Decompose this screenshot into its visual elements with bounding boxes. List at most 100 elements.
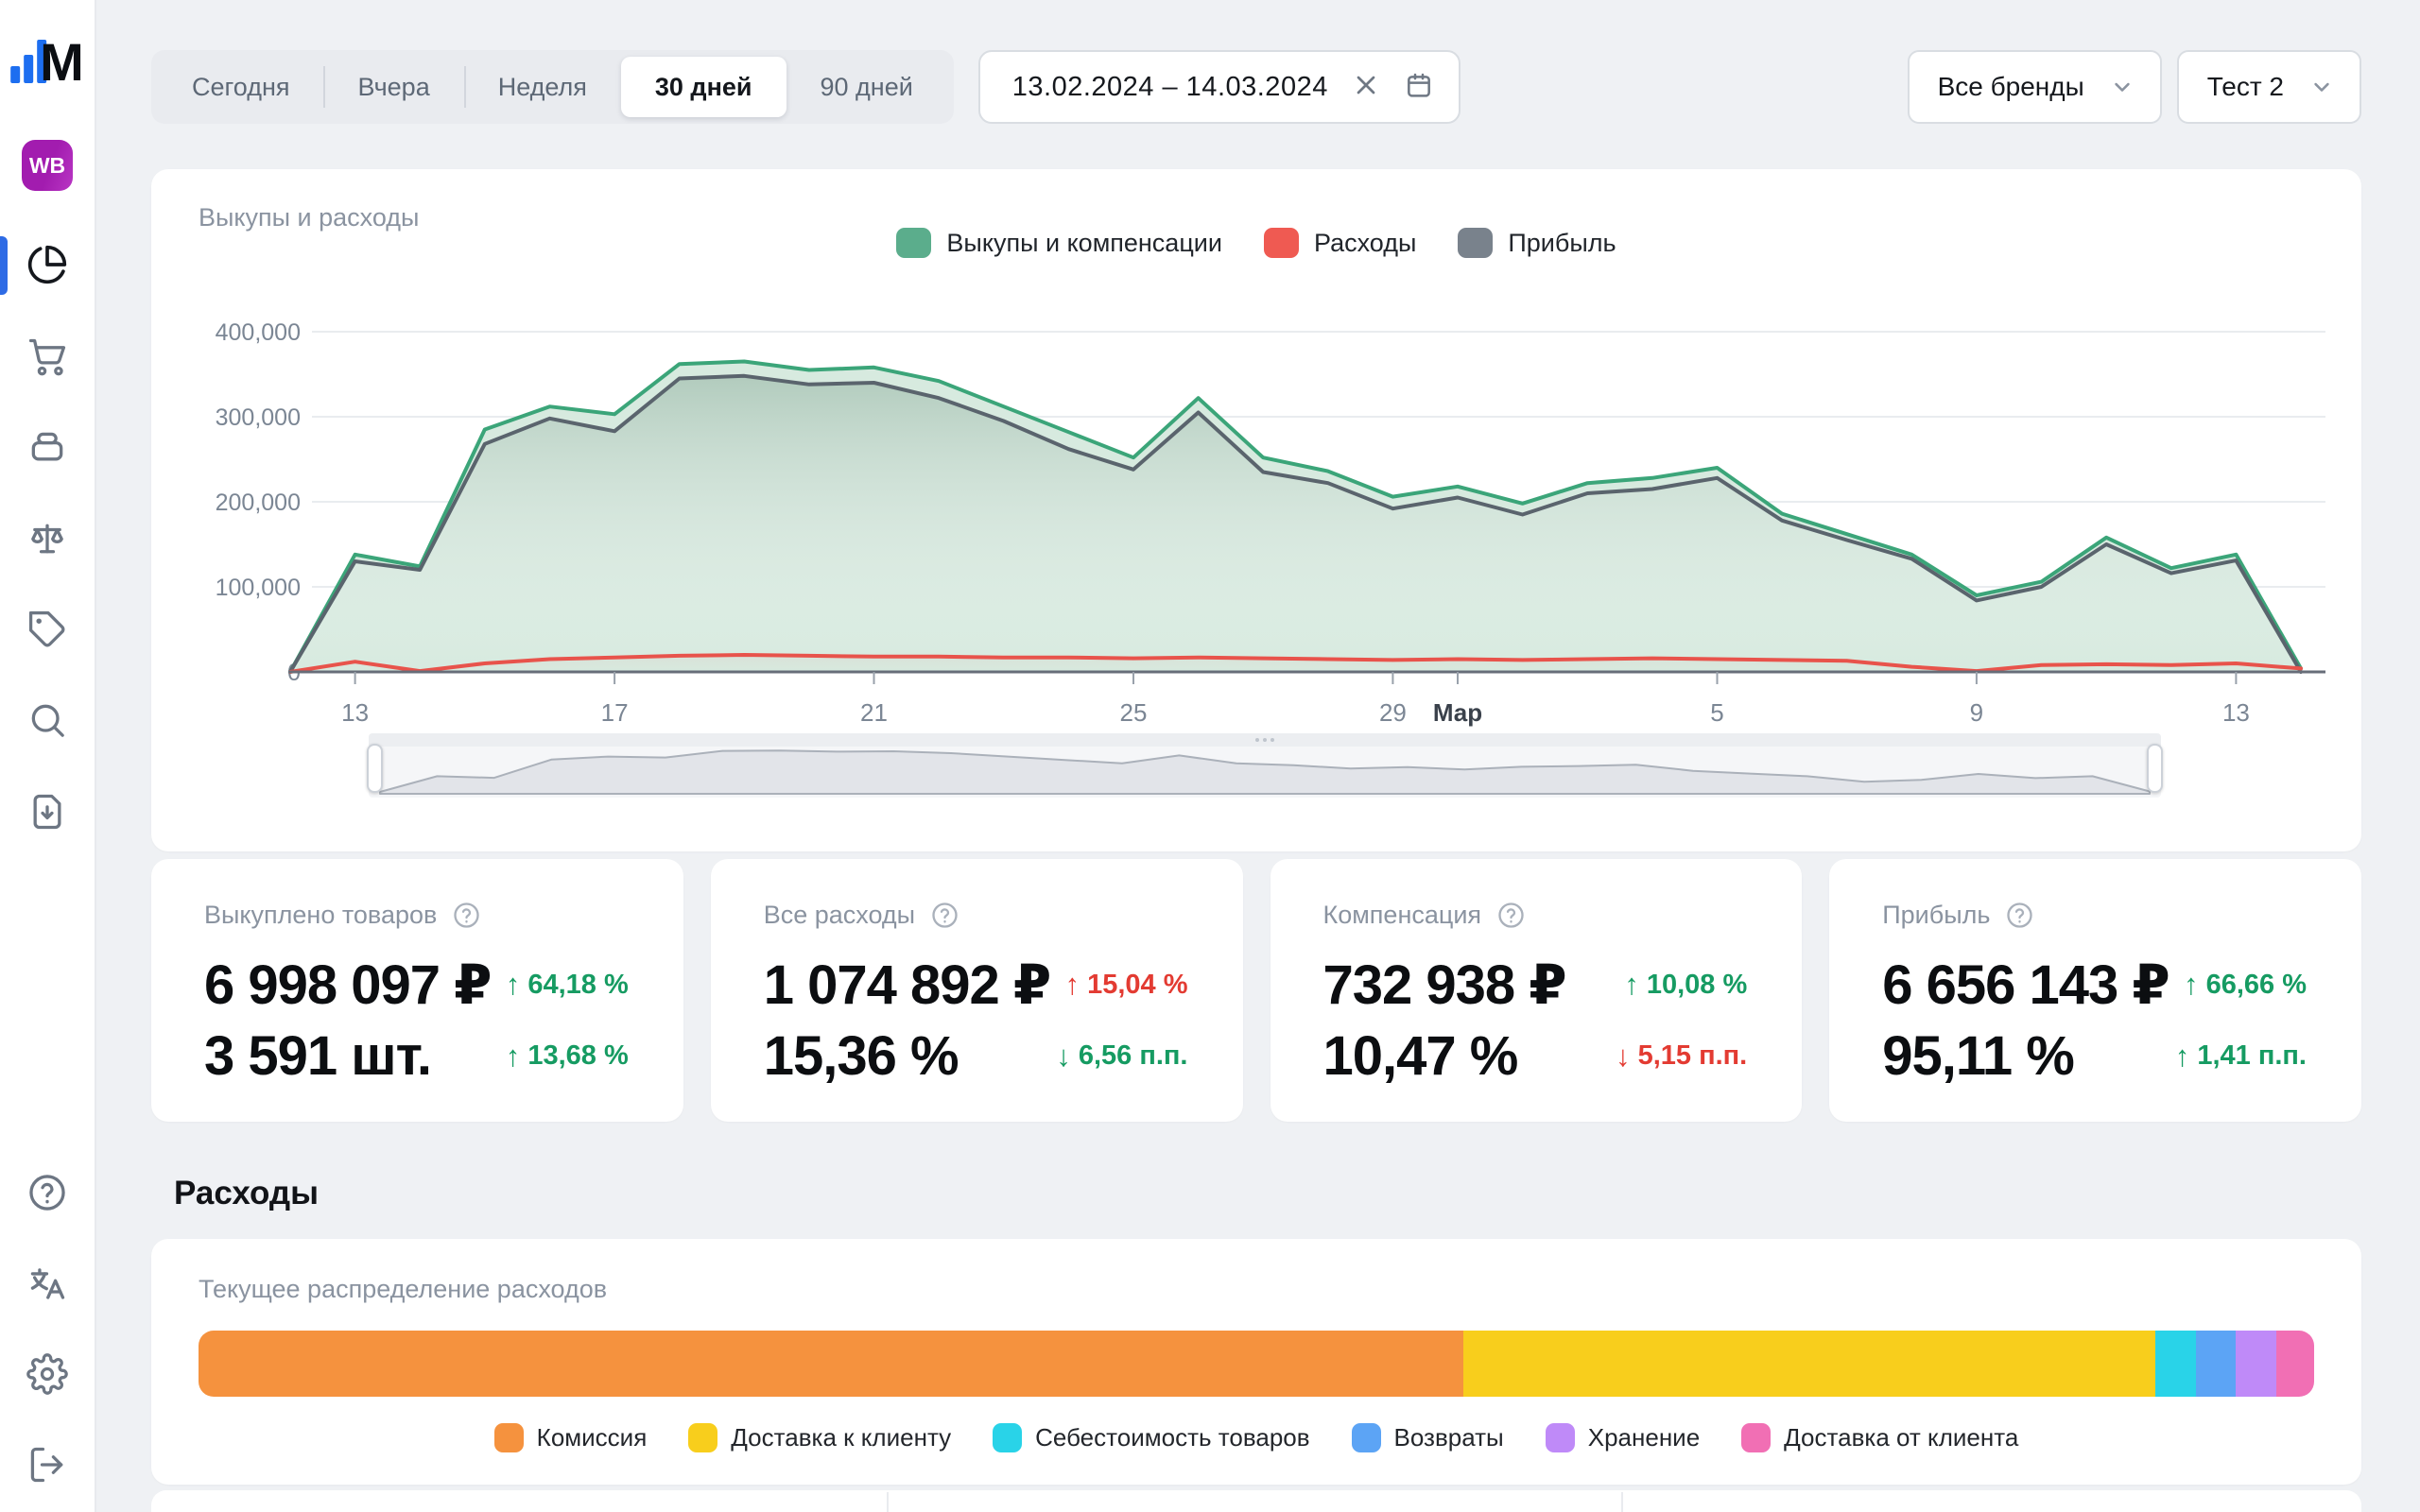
expense-legend-item[interactable]: Хранение — [1546, 1423, 1700, 1452]
date-range-picker[interactable]: 13.02.2024 – 14.03.2024 — [978, 50, 1461, 124]
kpi-value: 15,36 % — [764, 1024, 959, 1088]
language-icon — [26, 1263, 68, 1304]
kpi-delta: ↑1,41 п.п. — [2175, 1040, 2307, 1074]
sidebar-footer-logout[interactable] — [25, 1442, 70, 1487]
kpi-delta: ↑15,04 % — [1065, 968, 1188, 1002]
svg-text:Мар: Мар — [1433, 698, 1482, 727]
app-logo[interactable]: M — [10, 38, 84, 83]
kpi-delta: ↑64,18 % — [506, 968, 629, 1002]
kpi-card: Прибыль6 656 143 ₽↑66,66 %95,11 %↑1,41 п… — [1829, 859, 2361, 1122]
kpi-card: Все расходы1 074 892 ₽↑15,04 %15,36 %↓6,… — [711, 859, 1243, 1122]
sidebar-footer-help[interactable] — [25, 1170, 70, 1215]
delta-arrow-icon: ↑ — [506, 968, 521, 1002]
delta-arrow-icon: ↑ — [1065, 968, 1080, 1002]
expense-legend-item[interactable]: Комиссия — [494, 1423, 648, 1452]
expense-segment[interactable] — [2236, 1331, 2276, 1397]
expense-legend-item[interactable]: Возвраты — [1352, 1423, 1504, 1452]
period-tab-0[interactable]: Сегодня — [158, 57, 323, 117]
delta-arrow-icon: ↑ — [2175, 1040, 2190, 1074]
cart-icon — [26, 335, 68, 377]
help-icon[interactable] — [1496, 901, 1526, 930]
chart-range-minimap[interactable] — [369, 733, 2161, 798]
sidebar: M WB — [0, 0, 96, 1512]
column-divider — [887, 1492, 889, 1512]
legend-label: Возвраты — [1394, 1423, 1504, 1452]
kpi-card: Выкуплено товаров6 998 097 ₽↑64,18 %3 59… — [151, 859, 683, 1122]
brand-filter-value: Все бренды — [1938, 72, 2084, 102]
expense-segment[interactable] — [2196, 1331, 2237, 1397]
settings-icon — [26, 1353, 68, 1395]
legend-label: Себестоимость товаров — [1035, 1423, 1309, 1452]
kpi-delta: ↑10,08 % — [1624, 968, 1747, 1002]
kpi-title: Компенсация — [1323, 901, 1482, 930]
delta-arrow-icon: ↑ — [1624, 968, 1639, 1002]
minimap-right-handle[interactable] — [2147, 744, 2163, 793]
next-section-card-clipped — [151, 1490, 2361, 1512]
kpi-title: Все расходы — [764, 901, 915, 930]
brand-filter-select[interactable]: Все бренды — [1908, 50, 2162, 124]
sidebar-footer-language[interactable] — [25, 1261, 70, 1306]
expense-segment[interactable] — [2276, 1331, 2314, 1397]
expense-segment[interactable] — [1463, 1331, 2155, 1397]
kpi-delta: ↓5,15 п.п. — [1616, 1040, 1747, 1074]
kpi-value: 95,11 % — [1882, 1024, 2074, 1088]
chevron-down-icon — [2109, 74, 2135, 100]
clear-date-icon[interactable] — [1351, 70, 1381, 105]
expense-segment[interactable] — [2155, 1331, 2196, 1397]
active-nav-indicator — [0, 236, 8, 295]
expenses-section-title: Расходы — [174, 1175, 2361, 1212]
svg-text:17: 17 — [601, 698, 629, 727]
kpi-value: 732 938 ₽ — [1323, 953, 1566, 1017]
expense-legend-item[interactable]: Доставка к клиенту — [688, 1423, 951, 1452]
help-icon[interactable] — [452, 901, 481, 930]
main-content: СегодняВчераНеделя30 дней90 дней 13.02.2… — [96, 0, 2420, 1512]
wb-marketplace-badge[interactable]: WB — [22, 140, 73, 191]
pie-chart-icon — [26, 244, 68, 285]
products-icon — [26, 426, 68, 468]
sidebar-nav-tag[interactable] — [25, 607, 70, 652]
minimap-left-handle[interactable] — [367, 744, 383, 793]
expense-legend-item[interactable]: Себестоимость товаров — [993, 1423, 1309, 1452]
sidebar-nav-products[interactable] — [25, 424, 70, 470]
svg-text:29: 29 — [1379, 698, 1407, 727]
kpi-cards-row: Выкуплено товаров6 998 097 ₽↑64,18 %3 59… — [151, 859, 2361, 1122]
help-icon[interactable] — [2005, 901, 2034, 930]
calendar-icon[interactable] — [1404, 70, 1434, 105]
logo-letter: M — [40, 42, 84, 83]
expense-legend-item[interactable]: Доставка от клиента — [1741, 1423, 2018, 1452]
period-tab-group: СегодняВчераНеделя30 дней90 дней — [151, 50, 954, 124]
period-tab-4[interactable]: 90 дней — [786, 57, 947, 117]
kpi-value: 6 656 143 ₽ — [1882, 953, 2169, 1017]
svg-text:200,000: 200,000 — [216, 490, 301, 516]
svg-text:300,000: 300,000 — [216, 404, 301, 431]
distribution-title: Текущее распределение расходов — [199, 1275, 2314, 1304]
column-divider — [1621, 1492, 1623, 1512]
svg-text:5: 5 — [1710, 698, 1723, 727]
chevron-down-icon — [2308, 74, 2335, 100]
period-tab-2[interactable]: Неделя — [464, 57, 621, 117]
minimap-track[interactable] — [369, 733, 2161, 747]
help-icon[interactable] — [930, 901, 959, 930]
expense-segment[interactable] — [199, 1331, 1463, 1397]
tag-icon — [26, 609, 68, 650]
kpi-card: Компенсация732 938 ₽↑10,08 %10,47 %↓5,15… — [1270, 859, 1803, 1122]
topbar: СегодняВчераНеделя30 дней90 дней 13.02.2… — [151, 50, 2361, 124]
kpi-delta: ↓6,56 п.п. — [1056, 1040, 1187, 1074]
sidebar-nav-cart[interactable] — [25, 334, 70, 379]
delta-arrow-icon: ↑ — [2184, 968, 2199, 1002]
delta-arrow-icon: ↓ — [1616, 1040, 1631, 1074]
sidebar-nav-search[interactable] — [25, 697, 70, 743]
sidebar-footer-settings[interactable] — [25, 1351, 70, 1397]
search-icon — [26, 699, 68, 741]
svg-text:25: 25 — [1120, 698, 1148, 727]
legend-label: Доставка к клиенту — [731, 1423, 951, 1452]
sidebar-nav-report-download[interactable] — [25, 789, 70, 834]
area-chart-plot: 0100,000200,000300,000400,0001317212529М… — [151, 169, 2361, 727]
account-filter-select[interactable]: Тест 2 — [2177, 50, 2361, 124]
sidebar-nav-pie-chart[interactable] — [25, 242, 70, 287]
svg-text:400,000: 400,000 — [216, 319, 301, 346]
period-tab-3[interactable]: 30 дней — [621, 57, 786, 117]
account-filter-value: Тест 2 — [2207, 72, 2284, 102]
period-tab-1[interactable]: Вчера — [323, 57, 463, 117]
sidebar-nav-scales[interactable] — [25, 516, 70, 561]
